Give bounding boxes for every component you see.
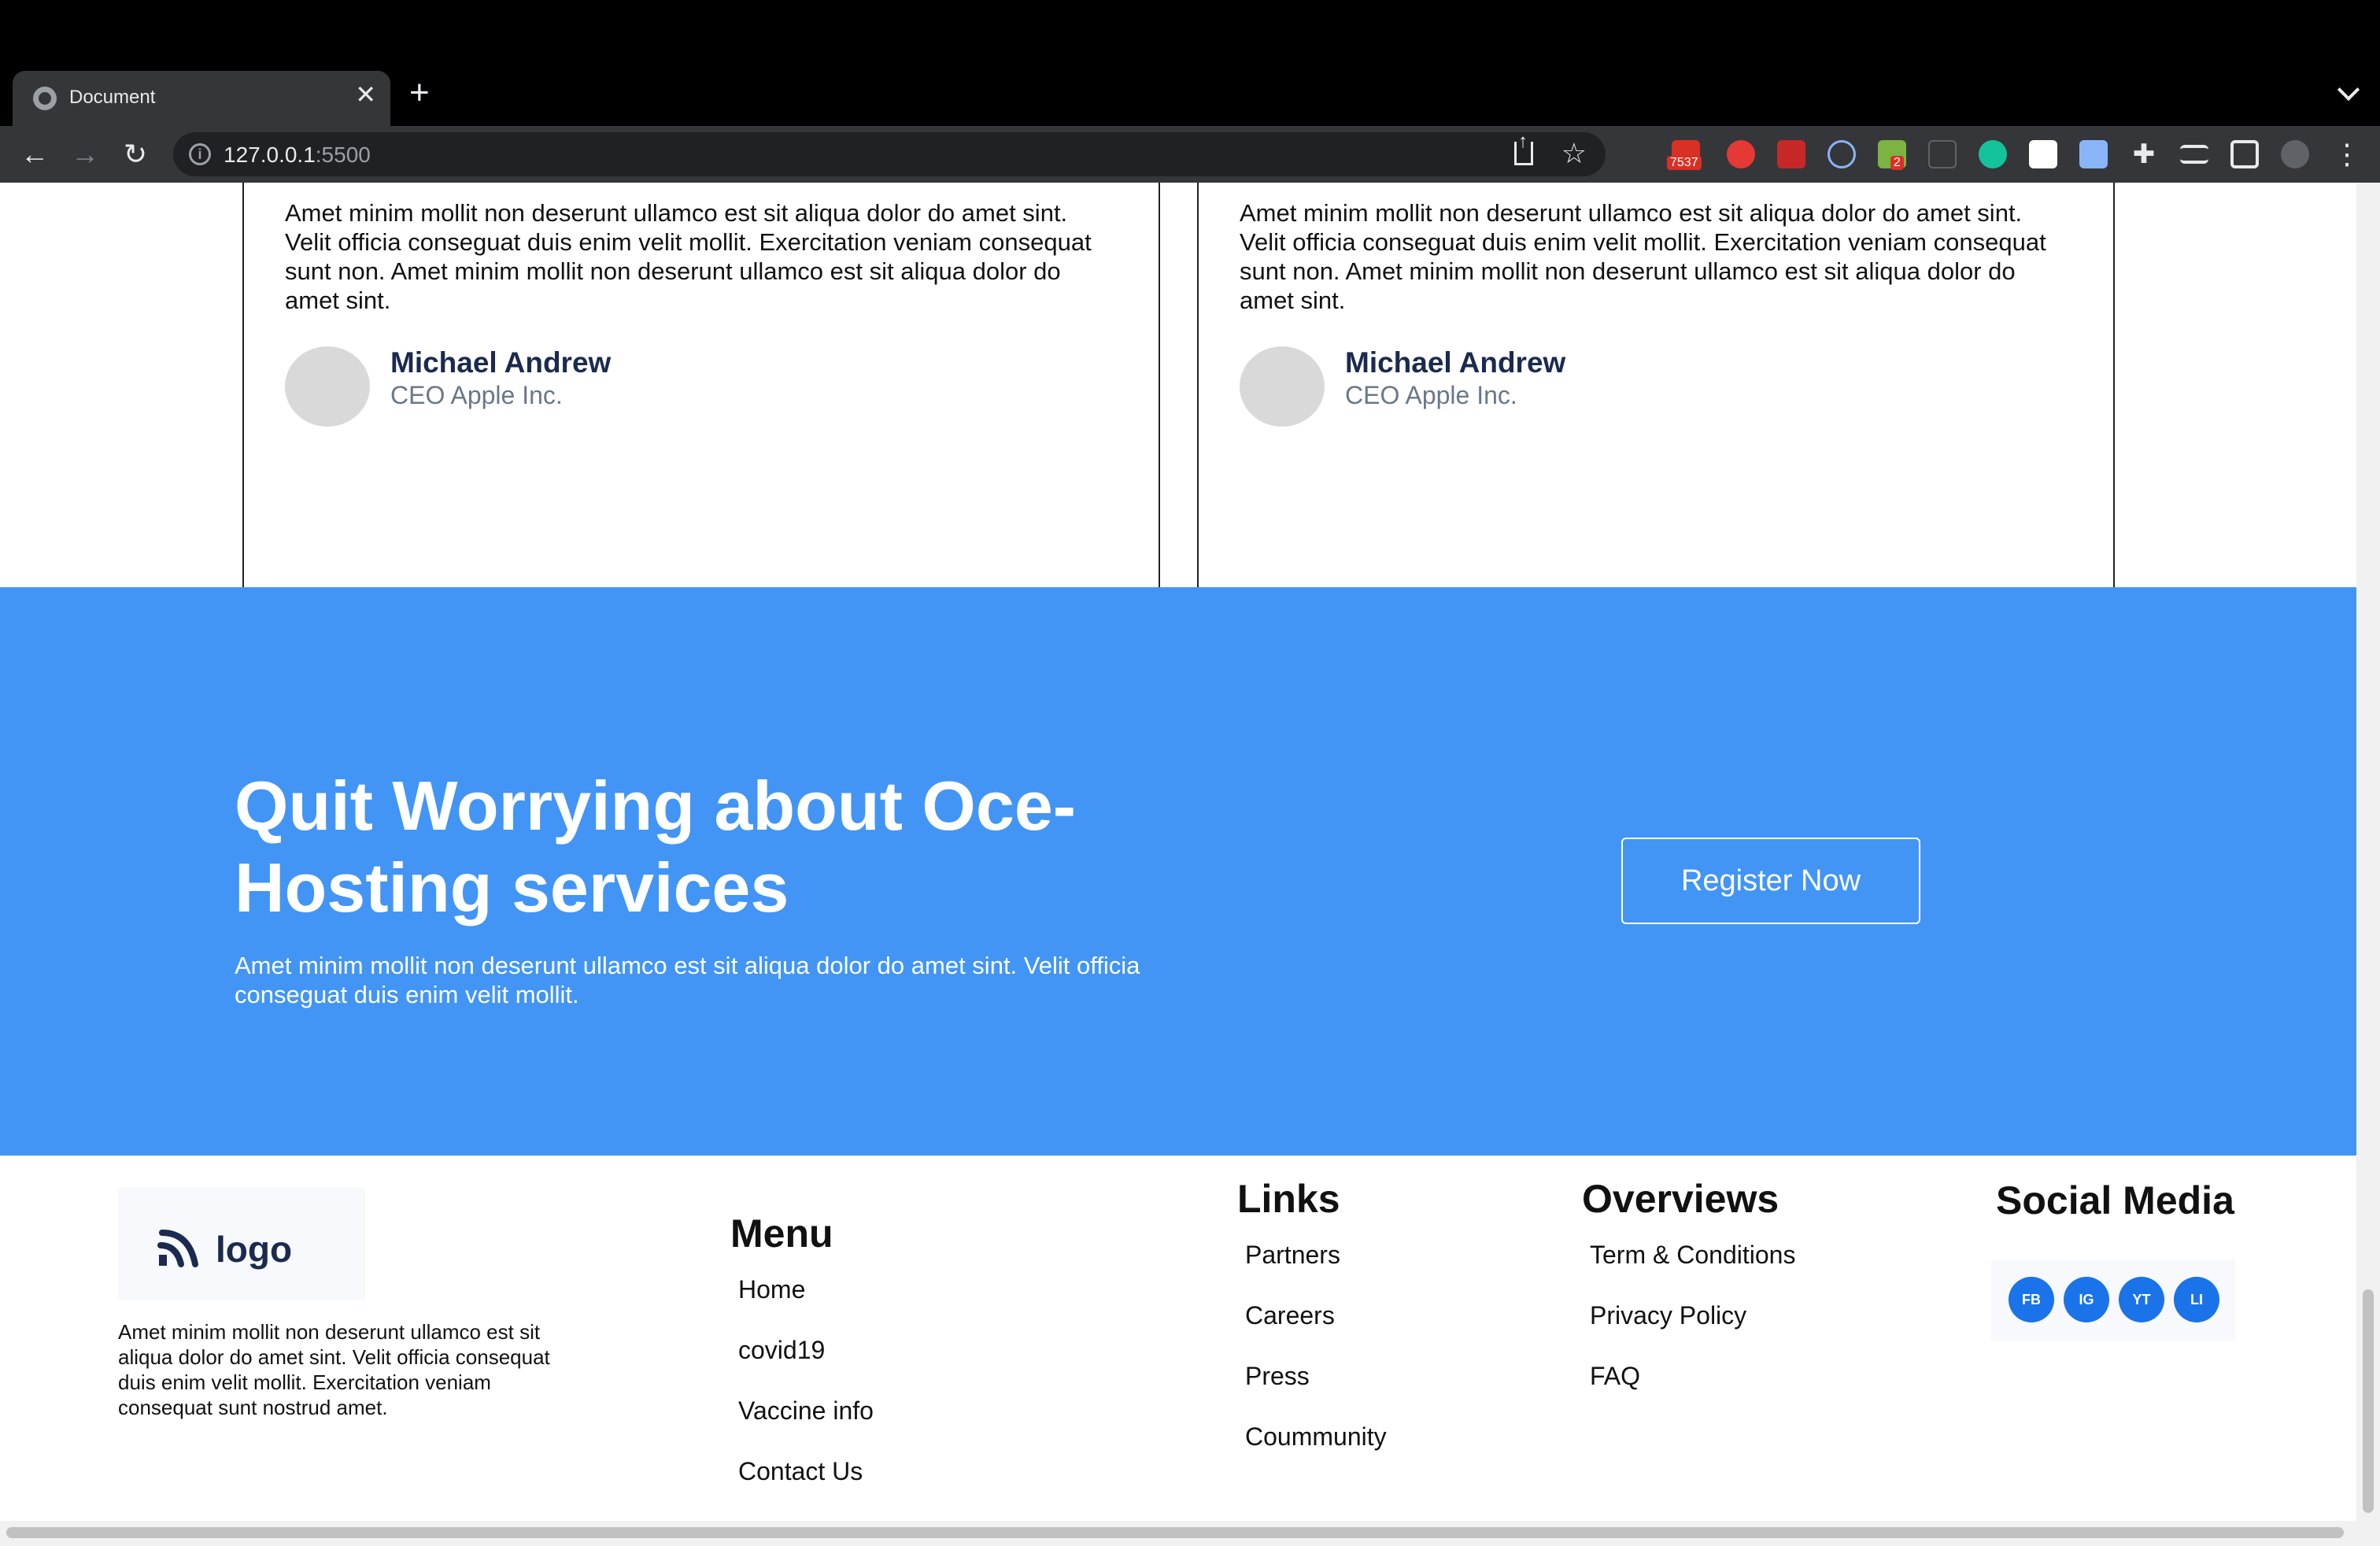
globe-icon [33,87,57,110]
cta-title: Quit Worrying about Oce-Hosting services [235,767,1077,926]
menu-heading: Menu [730,1211,833,1256]
s-extension-icon[interactable] [2029,140,2057,168]
grammarly-icon[interactable] [1979,140,2007,168]
forward-button[interactable]: → [68,137,102,172]
browser-tab[interactable]: Document ✕ [13,71,390,126]
cta-banner: Quit Worrying about Oce-Hosting services… [0,587,2356,1156]
facebook-icon[interactable]: FB [2009,1277,2054,1322]
footer-link-covid19[interactable]: covid19 [738,1336,825,1365]
footer-link-careers[interactable]: Careers [1245,1301,1335,1330]
new-tab-button[interactable]: + [409,76,430,110]
url-port: :5500 [315,142,371,167]
footer-link-community[interactable]: Coummunity [1245,1422,1387,1452]
youtube-icon[interactable]: YT [2119,1277,2164,1322]
vertical-scrollbar[interactable] [2356,183,2380,1521]
footer-link-terms[interactable]: Term & Conditions [1590,1241,1795,1270]
footer: logo Amet minim mollit non deserunt ulla… [0,1156,2356,1521]
profile-avatar[interactable] [2281,140,2309,168]
testimonial-name: Michael Andrew [1345,346,1566,379]
linkedin-icon[interactable]: LI [2174,1277,2219,1322]
footer-link-press[interactable]: Press [1245,1362,1310,1391]
puzzle-extensions-icon[interactable]: ✚ [2130,140,2158,168]
image-extension-icon[interactable] [1777,140,1805,168]
footer-link-vaccine-info[interactable]: Vaccine info [738,1396,874,1426]
register-now-button[interactable]: Register Now [1621,838,1920,924]
address-bar[interactable]: i 127.0.0.1:5500 ☆ [173,131,1606,176]
react-devtools-icon[interactable] [1828,140,1856,168]
testimonial-role: CEO Apple Inc. [390,381,563,409]
social-icons: FB IG YT LI [1991,1259,2235,1341]
footer-link-privacy-policy[interactable]: Privacy Policy [1590,1301,1746,1330]
mail-count-badge: 7537 [1667,156,1702,170]
chrome-menu-icon[interactable]: ⋮ [2330,137,2364,172]
docs-extension-icon[interactable] [2079,140,2108,168]
site-info-icon[interactable]: i [189,143,211,165]
testimonial-text: Amet minim mollit non deserunt ullamco e… [285,199,1092,314]
side-panel-icon[interactable] [2230,140,2259,168]
footer-link-faq[interactable]: FAQ [1590,1362,1640,1391]
reload-button[interactable]: ↻ [118,137,153,172]
url-text: 127.0.0.1:5500 [224,142,371,168]
logo[interactable]: logo [118,1187,365,1300]
avatar [285,346,370,427]
page-viewport: Amet minim mollit non deserunt ullamco e… [0,183,2356,1521]
testimonial-text: Amet minim mollit non deserunt ullamco e… [1240,199,2046,314]
avatar [1240,346,1325,427]
social-media-heading: Social Media [1996,1178,2234,1222]
instagram-icon[interactable]: IG [2064,1277,2109,1322]
overviews-heading: Overviews [1582,1177,1779,1221]
bookmark-star-icon[interactable]: ☆ [1561,137,1587,170]
cta-text: Amet minim mollit non deserunt ullamco e… [235,952,1140,1008]
media-control-icon[interactable] [2180,145,2208,164]
links-heading: Links [1237,1177,1340,1221]
browser-tab-strip: Document ✕ + [0,0,2380,126]
tab-search-chevron-icon[interactable] [2337,78,2360,102]
logo-icon [157,1230,198,1267]
logo-text: logo [216,1229,293,1270]
json-extension-icon[interactable] [1928,140,1957,168]
footer-link-contact-us[interactable]: Contact Us [738,1457,863,1486]
back-button[interactable]: ← [17,137,52,172]
horizontal-scrollbar[interactable] [0,1521,2380,1546]
footer-link-partners[interactable]: Partners [1245,1241,1340,1270]
footer-about-text: Amet minim mollit non deserunt ullamco e… [118,1320,550,1419]
footer-link-home[interactable]: Home [738,1275,805,1304]
horizontal-scrollbar-thumb[interactable] [6,1527,2344,1538]
tab-title: Document [69,87,156,108]
testimonial-role: CEO Apple Inc. [1345,381,1517,409]
url-host: 127.0.0.1 [224,142,316,167]
tab-close-icon[interactable]: ✕ [355,82,376,107]
browser-toolbar: ← → ↻ i 127.0.0.1:5500 ☆ 7537 2 ✚ ⋮ [0,126,2380,183]
testimonial-name: Michael Andrew [390,346,612,379]
vertical-scrollbar-thumb[interactable] [2363,1289,2374,1513]
adblock-extension-icon[interactable] [1727,140,1755,168]
news-count-badge: 2 [1890,156,1904,170]
share-icon[interactable] [1514,131,1533,165]
